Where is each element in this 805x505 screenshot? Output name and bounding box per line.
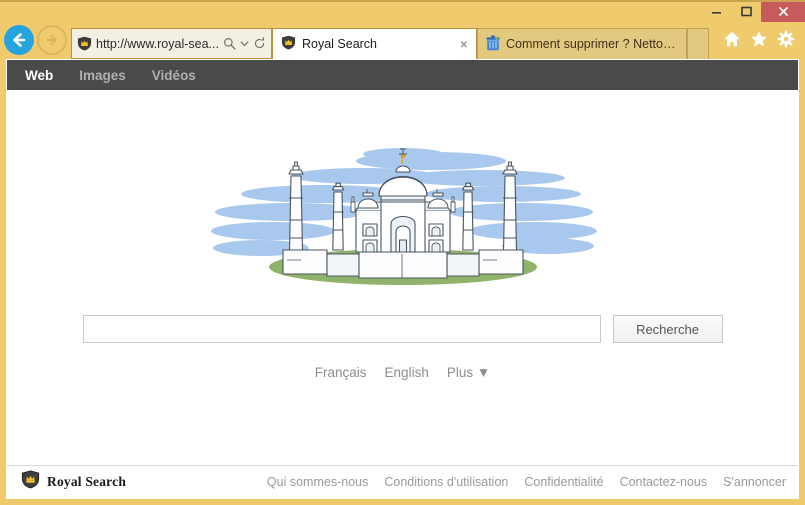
taj-mahal-illustration (210, 148, 597, 285)
royal-shield-icon (77, 36, 92, 51)
tab-title: Royal Search (301, 37, 378, 51)
royal-shield-crown-icon (21, 470, 40, 494)
tab-royal-search[interactable]: Royal Search × (271, 28, 477, 59)
language-english[interactable]: English (385, 365, 429, 380)
refresh-icon[interactable] (253, 37, 266, 50)
footer-link-about[interactable]: Qui sommes-nous (267, 475, 368, 489)
page-footer: Royal Search Qui sommes-nous Conditions … (7, 465, 798, 498)
url-text: http://www.royal-sea... (96, 36, 219, 51)
back-button[interactable] (4, 25, 34, 55)
search-input[interactable] (82, 315, 601, 343)
toolbar-icons (715, 30, 799, 59)
sidebar-item-videos[interactable]: Vidéos (152, 68, 196, 83)
site-navigation: Web Images Vidéos (7, 60, 798, 90)
tab-comment-supprimer[interactable]: Comment supprimer ? Nettoy... (476, 28, 687, 59)
language-more[interactable]: Plus ▼ (447, 365, 490, 380)
forward-button[interactable] (37, 25, 67, 55)
favorites-star-icon[interactable] (750, 30, 768, 53)
footer-brand[interactable]: Royal Search (21, 470, 126, 494)
maximize-button[interactable] (731, 0, 761, 22)
footer-links: Qui sommes-nous Conditions d'utilisation… (267, 475, 786, 489)
new-tab-button[interactable] (686, 28, 709, 59)
page-content: Recherche Français English Plus ▼ (7, 90, 798, 465)
sidebar-item-web[interactable]: Web (25, 68, 53, 83)
chevron-down-icon[interactable] (240, 39, 249, 48)
footer-link-terms[interactable]: Conditions d'utilisation (384, 475, 508, 489)
trash-bin-icon (486, 34, 500, 54)
browser-window: http://www.royal-sea... Royal Search × C… (0, 0, 805, 505)
sidebar-item-images[interactable]: Images (79, 68, 126, 83)
royal-shield-icon (281, 35, 296, 53)
search-submit-button[interactable]: Recherche (612, 315, 723, 343)
search-form: Recherche (82, 315, 723, 343)
forward-arrow-icon (46, 34, 57, 46)
footer-link-advertise[interactable]: S'annoncer (723, 475, 786, 489)
address-bar[interactable]: http://www.royal-sea... (71, 28, 272, 59)
settings-gear-icon[interactable] (777, 30, 795, 53)
search-icon[interactable] (223, 37, 236, 50)
title-bar (0, 0, 805, 22)
page-viewport: Web Images Vidéos Recherche Français Eng… (6, 59, 799, 499)
close-button[interactable] (761, 0, 805, 22)
tab-title: Comment supprimer ? Nettoy... (505, 37, 678, 51)
home-icon[interactable] (723, 30, 741, 53)
footer-link-contact[interactable]: Contactez-nous (620, 475, 708, 489)
back-arrow-icon (13, 33, 26, 47)
footer-link-privacy[interactable]: Confidentialité (524, 475, 603, 489)
browser-toolbar: http://www.royal-sea... Royal Search × C… (0, 22, 805, 59)
language-francais[interactable]: Français (315, 365, 367, 380)
navigation-buttons (4, 25, 67, 59)
tab-close-icon[interactable]: × (458, 36, 468, 52)
minimize-button[interactable] (701, 0, 731, 22)
footer-brand-name: Royal Search (47, 474, 127, 489)
language-options: Français English Plus ▼ (315, 365, 490, 380)
